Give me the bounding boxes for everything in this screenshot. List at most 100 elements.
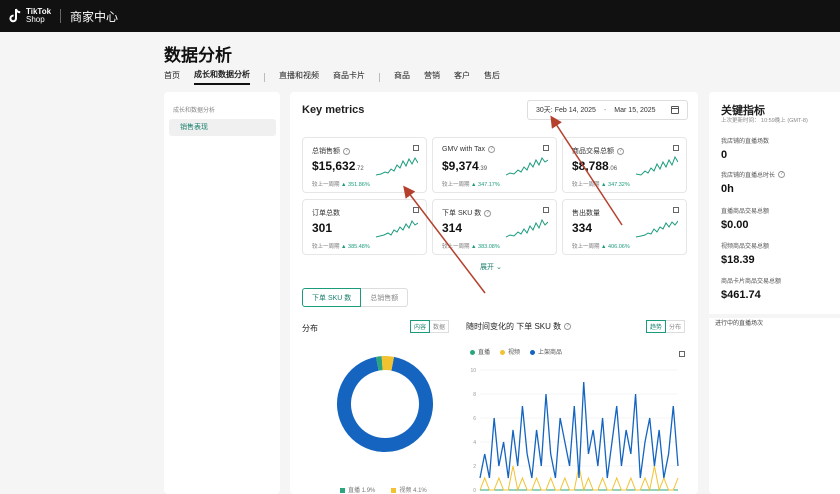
nav-product-card[interactable]: 商品卡片 <box>333 70 365 84</box>
series-line-上架商品[interactable] <box>479 381 679 479</box>
segment-order-sku-count[interactable]: 下单 SKU 数 <box>302 288 362 307</box>
chevron-down-icon: ⌄ <box>495 264 502 271</box>
metric-compare: 较上一周期 ▲ 347.32% <box>572 180 630 188</box>
metric-card-order-sku-count[interactable]: 下单 SKU 数? 314 较上一周期 ▲ 383.08% <box>432 199 557 255</box>
topbar-divider <box>60 9 62 23</box>
legend-item-listed-products[interactable]: 上架商品 <box>530 347 562 356</box>
calendar-icon <box>671 106 679 114</box>
legend-item-video[interactable]: 视频 <box>500 347 520 356</box>
legend-value: 1.9% <box>361 488 376 494</box>
metric-value-decimal: .06 <box>608 166 618 172</box>
expand-icon[interactable] <box>413 145 419 151</box>
donut-slice-0[interactable] <box>337 356 433 452</box>
metric-label-text: GMV with Tax <box>442 146 486 153</box>
indicator-live-sessions: 我店铺的直播场数 0 <box>721 136 769 161</box>
sparkline <box>506 157 548 176</box>
expand-icon[interactable] <box>673 207 679 213</box>
toggle-distribution[interactable]: 分布 <box>666 320 686 333</box>
date-range-picker[interactable]: 30天: Feb 14, 2025 - Mar 15, 2025 <box>527 100 688 120</box>
compare-value: ▲ 406.06% <box>601 244 630 250</box>
compare-value: ▲ 347.32% <box>601 182 630 188</box>
sparkline-line <box>506 157 548 176</box>
expand-icon[interactable] <box>413 207 419 213</box>
date-range-prefix: 30天: <box>536 107 553 114</box>
nav-customers[interactable]: 客户 <box>454 70 470 84</box>
help-icon[interactable]: ? <box>343 147 350 155</box>
tiktok-shop-logo[interactable]: TikTok Shop <box>8 8 51 24</box>
nav-growth-analytics[interactable]: 成长和数据分析 <box>194 69 250 85</box>
legend-label: 视频 <box>508 350 521 356</box>
expand-button[interactable]: 展开 ⌄ <box>480 262 502 272</box>
compare-value: ▲ 347.17% <box>471 182 500 188</box>
metric-label: 商品交易总额? <box>572 146 624 156</box>
compare-label: 较上一周期 <box>442 182 470 188</box>
compare-value: ▲ 383.08% <box>471 244 500 250</box>
live-in-progress-label: 进行中的直播场次 <box>715 321 764 327</box>
toggle-trend[interactable]: 趋势 <box>646 320 667 333</box>
metric-card-units-sold[interactable]: 售出数量 334 较上一周期 ▲ 406.06% <box>562 199 687 255</box>
y-tick-label: 6 <box>473 416 476 422</box>
donut-legend: 直播 1.9% 视频 4.1% <box>340 485 427 494</box>
chart-expand-icon[interactable] <box>679 351 685 357</box>
sparkline-line <box>636 220 678 238</box>
y-tick-label: 8 <box>473 392 476 398</box>
legend-swatch <box>340 487 345 493</box>
trend-line-chart: 10 8 6 4 2 0 <box>470 368 679 494</box>
nav-live-video[interactable]: 直播和视频 <box>279 70 319 84</box>
metric-card-total-sales[interactable]: 总销售额? $15,632.72 较上一周期 ▲ 351.86% <box>302 137 427 193</box>
sparkline <box>376 156 418 176</box>
distribution-donut-chart <box>337 356 433 452</box>
sidebar-item-sales-performance[interactable]: 销售表现 <box>169 119 276 136</box>
help-icon[interactable]: ? <box>778 171 786 178</box>
metric-value: $15,632.72 <box>312 159 364 173</box>
compare-label: 较上一周期 <box>312 182 340 188</box>
expand-icon[interactable] <box>673 145 679 151</box>
y-tick-label: 10 <box>470 368 476 374</box>
compare-label: 较上一周期 <box>312 244 340 250</box>
expand-icon[interactable] <box>543 207 549 213</box>
metric-compare: 较上一周期 ▲ 406.06% <box>572 242 630 250</box>
segment-total-sales[interactable]: 总销售额 <box>361 288 409 307</box>
metric-card-gmv[interactable]: 商品交易总额? $8,788.06 较上一周期 ▲ 347.32% <box>562 137 687 193</box>
nav-home[interactable]: 首页 <box>164 70 180 84</box>
page-title: 数据分析 <box>164 46 232 65</box>
help-icon[interactable]: ? <box>617 147 624 155</box>
expand-icon[interactable] <box>543 145 549 151</box>
compare-value: ▲ 385.48% <box>341 244 370 250</box>
metric-value-main: 314 <box>442 221 463 235</box>
sparkline-line <box>506 218 548 238</box>
nav-products[interactable]: 商品 <box>394 70 410 84</box>
indicator-value: $18.39 <box>721 254 755 266</box>
logo-text: TikTok Shop <box>26 8 51 24</box>
seller-center-title[interactable]: 商家中心 <box>70 8 118 25</box>
metric-card-gmv-with-tax[interactable]: GMV with Tax? $9,374.39 较上一周期 ▲ 347.17% <box>432 137 557 193</box>
last-updated: 上次更新时间： 10:59晚上 (GMT-8) <box>721 118 808 124</box>
metric-card-total-orders[interactable]: 订单总数 301 较上一周期 ▲ 385.48% <box>302 199 427 255</box>
toggle-data[interactable]: 数据 <box>430 320 450 333</box>
metric-segment-control: 下单 SKU 数 总销售额 <box>302 288 409 307</box>
sidebar-group-label: 成长和数据分析 <box>173 108 216 114</box>
metric-compare: 较上一周期 ▲ 347.17% <box>442 180 500 188</box>
trend-toggle: 趋势 分布 <box>646 320 686 333</box>
nav-after-sales[interactable]: 售后 <box>484 70 500 84</box>
distribution-title: 分布 <box>302 324 318 333</box>
indicator-live-duration: 我店铺的直播总时长? 0h <box>721 170 786 195</box>
page-header: 数据分析 首页 成长和数据分析 直播和视频 商品卡片 商品 营销 客户 售后 <box>0 32 840 87</box>
compare-value: ▲ 351.86% <box>341 182 370 188</box>
help-icon[interactable]: ? <box>564 323 572 330</box>
indicator-video-gmv: 视频商品交易总额 $18.39 <box>721 241 769 266</box>
date-end: Mar 15, 2025 <box>614 106 656 114</box>
metric-value: $8,788.06 <box>572 159 617 173</box>
donut-slice-1[interactable] <box>376 356 383 371</box>
help-icon[interactable]: ? <box>484 209 492 217</box>
help-icon[interactable]: ? <box>488 146 496 153</box>
metric-label-text: 下单 SKU 数 <box>442 210 482 217</box>
toggle-content[interactable]: 内容 <box>410 320 431 333</box>
nav-marketing[interactable]: 营销 <box>424 70 440 84</box>
sparkline <box>506 218 548 238</box>
indicator-label-text: 我店铺的直播总时长 <box>721 173 776 179</box>
metric-value: $9,374.39 <box>442 159 487 173</box>
donut-slice-2[interactable] <box>381 356 394 371</box>
tiktok-logo-icon <box>9 8 21 23</box>
legend-item-live[interactable]: 直播 <box>470 347 490 356</box>
